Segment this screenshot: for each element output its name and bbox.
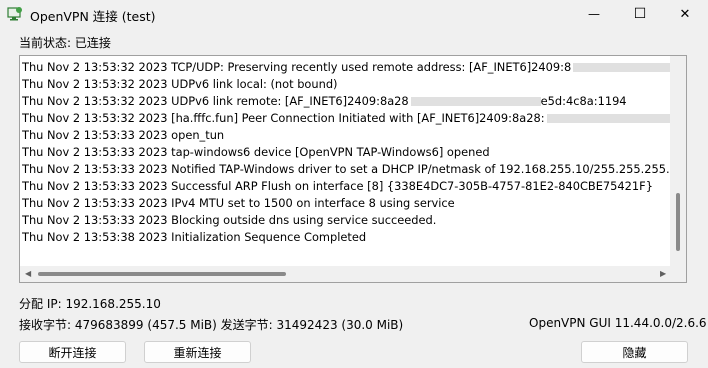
bytes-transferred: 接收字节: 479683899 (457.5 MiB) 发送字节: 314924… bbox=[19, 318, 404, 332]
window-title: OpenVPN 连接 (test) bbox=[30, 9, 156, 24]
log-line: Thu Nov 2 13:53:32 2023 TCP/UDP: Preserv… bbox=[22, 59, 672, 76]
log-line: Thu Nov 2 13:53:38 2023 Initialization S… bbox=[22, 229, 672, 246]
scroll-right-icon[interactable]: ▶ bbox=[660, 266, 666, 282]
maximize-button[interactable]: ☐ bbox=[617, 0, 663, 28]
log-line-text: Thu Nov 2 13:53:33 2023 Successful ARP F… bbox=[22, 179, 653, 193]
log-line: Thu Nov 2 13:53:32 2023 [ha.fffc.fun] Pe… bbox=[22, 110, 672, 127]
redacted-address-blur bbox=[573, 63, 672, 72]
redacted-address-blur bbox=[546, 114, 672, 123]
log-line-text: Thu Nov 2 13:53:32 2023 UDPv6 link local… bbox=[22, 77, 338, 91]
gui-version: OpenVPN GUI 11.44.0.0/2.6.6 bbox=[529, 316, 707, 330]
horizontal-scrollbar[interactable]: ◀ ▶ bbox=[20, 266, 672, 282]
log-line-text: Thu Nov 2 13:53:33 2023 open_tun bbox=[22, 128, 225, 142]
minimize-button[interactable]: — bbox=[571, 0, 617, 28]
log-line-text: Thu Nov 2 13:53:32 2023 [ha.fffc.fun] Pe… bbox=[22, 111, 545, 125]
log-lines: Thu Nov 2 13:53:32 2023 TCP/UDP: Preserv… bbox=[22, 59, 672, 267]
hide-button[interactable]: 隐藏 bbox=[581, 341, 688, 363]
connection-status: 当前状态: 已连接 bbox=[19, 36, 111, 50]
log-line: Thu Nov 2 13:53:33 2023 Successful ARP F… bbox=[22, 178, 672, 195]
title-bar[interactable]: OpenVPN 连接 (test) — ☐ ✕ bbox=[0, 0, 708, 28]
maximize-icon: ☐ bbox=[633, 6, 647, 22]
assigned-ip: 分配 IP: 192.168.255.10 bbox=[19, 297, 161, 311]
log-line-text: Thu Nov 2 13:53:33 2023 IPv4 MTU set to … bbox=[22, 196, 455, 210]
log-line-text: Thu Nov 2 13:53:33 2023 Notified TAP-Win… bbox=[22, 162, 672, 176]
log-line-text: Thu Nov 2 13:53:38 2023 Initialization S… bbox=[22, 230, 367, 244]
redacted-address-blur bbox=[410, 97, 541, 106]
vertical-scroll-thumb[interactable] bbox=[676, 193, 680, 251]
log-line-text: Thu Nov 2 13:53:32 2023 TCP/UDP: Preserv… bbox=[22, 60, 572, 74]
log-line: Thu Nov 2 13:53:33 2023 Blocking outside… bbox=[22, 212, 672, 229]
close-icon: ✕ bbox=[679, 6, 691, 22]
log-line: Thu Nov 2 13:53:33 2023 Notified TAP-Win… bbox=[22, 161, 672, 178]
reconnect-button[interactable]: 重新连接 bbox=[144, 341, 251, 363]
log-line: Thu Nov 2 13:53:33 2023 open_tun bbox=[22, 127, 672, 144]
scroll-left-icon[interactable]: ◀ bbox=[25, 266, 31, 282]
log-line-text-tail: e5d:4c8a:1194 bbox=[540, 94, 627, 108]
vertical-scrollbar[interactable] bbox=[670, 56, 686, 267]
log-line: Thu Nov 2 13:53:33 2023 IPv4 MTU set to … bbox=[22, 195, 672, 212]
scrollbar-corner bbox=[670, 266, 686, 282]
log-line: Thu Nov 2 13:53:33 2023 tap-windows6 dev… bbox=[22, 144, 672, 161]
log-textbox[interactable]: Thu Nov 2 13:53:32 2023 TCP/UDP: Preserv… bbox=[19, 55, 687, 283]
log-line: Thu Nov 2 13:53:32 2023 UDPv6 link local… bbox=[22, 76, 672, 93]
close-button[interactable]: ✕ bbox=[662, 0, 708, 28]
log-line-text: Thu Nov 2 13:53:33 2023 Blocking outside… bbox=[22, 213, 437, 227]
log-line: Thu Nov 2 13:53:32 2023 UDPv6 link remot… bbox=[22, 93, 672, 110]
horizontal-scroll-thumb[interactable] bbox=[38, 272, 286, 276]
log-line-text: Thu Nov 2 13:53:33 2023 tap-windows6 dev… bbox=[22, 145, 490, 159]
minimize-icon: — bbox=[588, 7, 600, 21]
openvpn-app-icon bbox=[7, 7, 22, 21]
log-line-text: Thu Nov 2 13:53:32 2023 UDPv6 link remot… bbox=[22, 94, 409, 108]
disconnect-button[interactable]: 断开连接 bbox=[19, 341, 126, 363]
